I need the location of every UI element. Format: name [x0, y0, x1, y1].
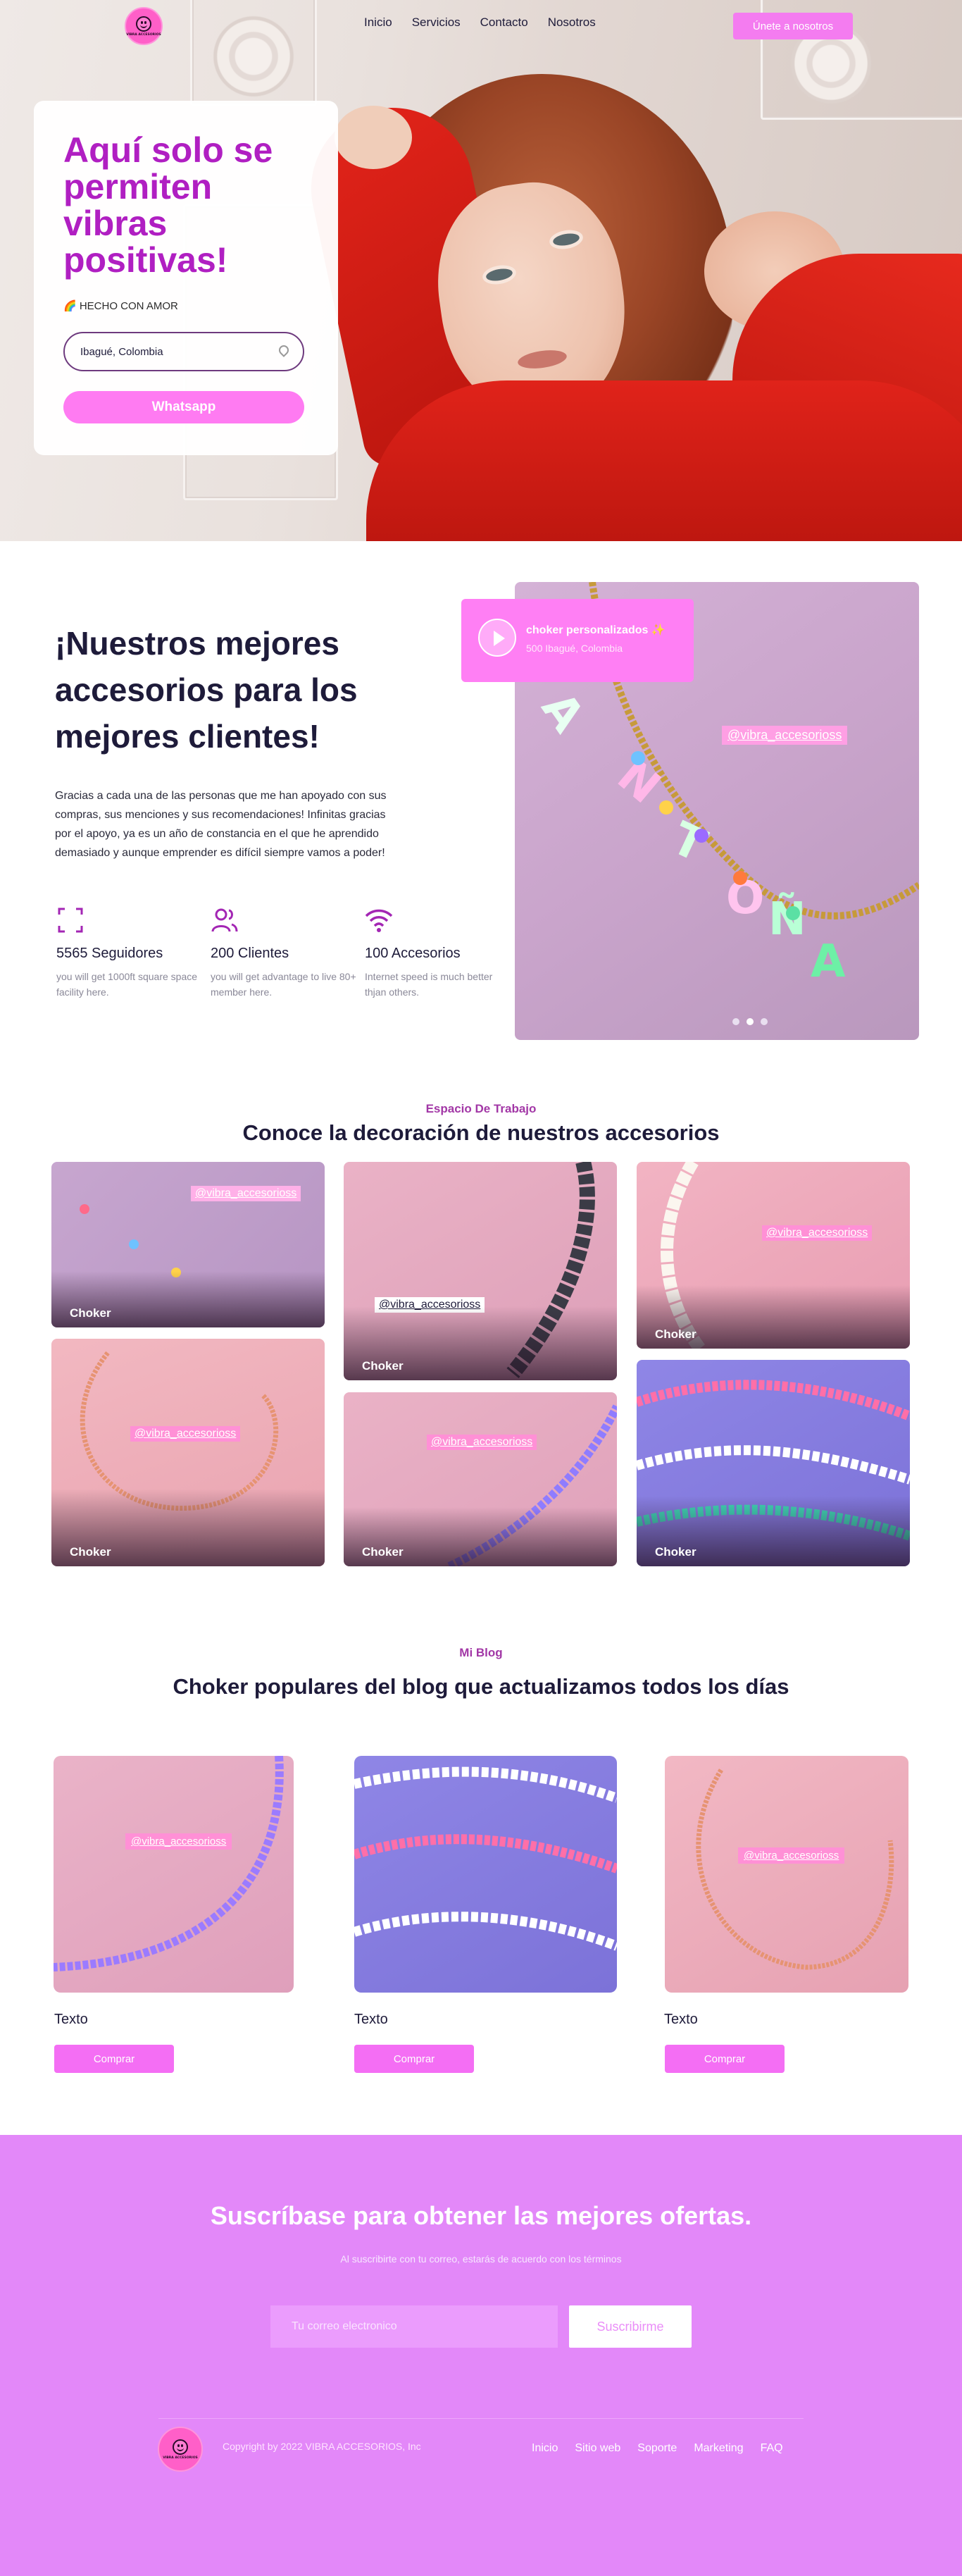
stat-clients: 200 Clientes you will get advantage to l…	[211, 906, 358, 1000]
gallery-item[interactable]: @vibra_accesorioss Choker	[51, 1339, 325, 1566]
expand-icon	[58, 908, 83, 933]
brand-logo[interactable]: VIBRA ACCESORIOS	[125, 7, 163, 45]
svg-text:A: A	[811, 936, 846, 988]
footer-link-faq[interactable]: FAQ	[761, 2442, 783, 2455]
footer-links: Inicio Sitio web Soporte Marketing FAQ	[532, 2442, 800, 2455]
gallery-eyebrow: Espacio De Trabajo	[425, 1102, 537, 1115]
watermark-tag: @vibra_accesorioss	[191, 1186, 301, 1201]
gallery-item[interactable]: Choker	[637, 1360, 910, 1566]
gallery-caption: Choker	[70, 1545, 111, 1559]
gallery-item[interactable]: @vibra_accesorioss Choker	[344, 1162, 617, 1380]
location-field[interactable]: Ibagué, Colombia	[63, 332, 304, 371]
blog-image[interactable]	[354, 1756, 617, 1993]
stat-followers: 5565 Seguidores you will get 1000ft squa…	[56, 906, 204, 1000]
hero-photo-sweater-body	[366, 380, 962, 541]
blog-post-label: Texto	[354, 2012, 388, 2027]
nav-link-inicio[interactable]: Inicio	[364, 16, 392, 30]
buy-button[interactable]: Comprar	[665, 2045, 785, 2073]
subscribe-button[interactable]: Suscribirme	[569, 2305, 692, 2348]
watermark-tag: @vibra_accesorioss	[738, 1847, 845, 1864]
gallery-item[interactable]: @vibra_accesorioss Choker	[637, 1162, 910, 1349]
svg-text:T: T	[664, 812, 714, 873]
stat-value: 200 Clientes	[211, 946, 289, 961]
footer-link-marketing[interactable]: Marketing	[694, 2442, 743, 2455]
copyright-text: Copyright by 2022 VIBRA ACCESORIOS, Inc	[223, 2441, 421, 2452]
carousel-dots	[732, 1018, 768, 1025]
hero-tag: 🌈 HECHO CON AMOR	[63, 300, 178, 312]
join-us-button[interactable]: Únete a nosotros	[733, 13, 853, 39]
carousel-dot[interactable]	[761, 1018, 768, 1025]
stat-desc: Internet speed is much better thjan othe…	[365, 971, 493, 998]
blog-post-label: Texto	[54, 2012, 88, 2027]
carousel-dot-active[interactable]	[747, 1018, 754, 1025]
buy-button[interactable]: Comprar	[54, 2045, 174, 2073]
play-icon[interactable]	[478, 619, 516, 657]
video-subtitle: 500 Ibagué, Colombia	[526, 643, 623, 654]
gallery-title: Conoce la decoración de nuestros accesor…	[242, 1120, 720, 1145]
gallery-caption: Choker	[655, 1327, 696, 1341]
footer-link-soporte[interactable]: Soporte	[637, 2442, 677, 2455]
carousel-dot[interactable]	[732, 1018, 739, 1025]
watermark-tag: @vibra_accesorioss	[722, 726, 848, 745]
email-field[interactable]	[270, 2305, 558, 2348]
gallery-caption: Choker	[655, 1545, 696, 1559]
watermark-tag: @vibra_accesorioss	[427, 1435, 537, 1450]
buy-button[interactable]: Comprar	[354, 2045, 474, 2073]
whatsapp-button[interactable]: Whatsapp	[63, 391, 304, 423]
watermark-tag: @vibra_accesorioss	[130, 1426, 241, 1442]
about-text: Gracias a cada una de las personas que m…	[55, 790, 387, 859]
nav-link-contacto[interactable]: Contacto	[480, 16, 528, 30]
hero-card: Aquí solo se permiten vibras positivas! …	[34, 101, 338, 455]
wifi-icon	[365, 909, 393, 932]
about-title: ¡Nuestros mejores accesorios para los me…	[55, 625, 358, 755]
location-value: Ibagué, Colombia	[80, 345, 163, 358]
gallery-item[interactable]: @vibra_accesorioss Choker	[51, 1162, 325, 1327]
watermark-tag: @vibra_accesorioss	[125, 1833, 232, 1850]
video-card[interactable]: choker personalizados ✨ 500 Ibagué, Colo…	[461, 599, 694, 682]
blog-image[interactable]: @vibra_accesorioss	[665, 1756, 908, 1993]
footer-link-sitio-web[interactable]: Sitio web	[575, 2442, 620, 2455]
nav-link-nosotros[interactable]: Nosotros	[548, 16, 596, 30]
stat-desc: you will get 1000ft square space facilit…	[56, 971, 198, 998]
stat-value: 5565 Seguidores	[56, 946, 163, 961]
hero-section: VIBRA ACCESORIOS Inicio Servicios Contac…	[0, 0, 962, 541]
blog-image[interactable]: @vibra_accesorioss	[54, 1756, 294, 1993]
gallery-caption: Choker	[70, 1306, 111, 1320]
footer-logo[interactable]: VIBRA ACCESORIOS	[158, 2427, 203, 2472]
nav-links: Inicio Servicios Contacto Nosotros	[364, 16, 616, 30]
smiley-icon	[173, 2439, 188, 2455]
location-pin-icon	[277, 343, 291, 357]
blog-post-label: Texto	[664, 2012, 698, 2027]
watermark-tag: @vibra_accesorioss	[762, 1225, 873, 1241]
video-title: choker personalizados ✨	[526, 624, 666, 636]
hero-title: Aquí solo se permiten vibras positivas!	[63, 130, 273, 280]
smiley-icon	[136, 16, 151, 32]
svg-text:Ñ: Ñ	[768, 892, 806, 946]
stat-desc: you will get advantage to live 80+ membe…	[211, 971, 356, 998]
gallery-caption: Choker	[362, 1545, 404, 1559]
svg-text:A: A	[531, 683, 594, 742]
footer-link-inicio[interactable]: Inicio	[532, 2442, 558, 2455]
gallery-caption: Choker	[362, 1359, 404, 1373]
blog-eyebrow: Mi Blog	[459, 1646, 503, 1659]
stat-value: 100 Accesorios	[365, 946, 461, 961]
top-nav: VIBRA ACCESORIOS Inicio Servicios Contac…	[0, 0, 962, 51]
stat-accessories: 100 Accesorios Internet speed is much be…	[365, 906, 513, 1000]
nav-link-servicios[interactable]: Servicios	[412, 16, 461, 30]
gallery-item[interactable]: @vibra_accesorioss Choker	[344, 1392, 617, 1566]
footer-divider	[158, 2418, 804, 2419]
users-icon	[211, 908, 238, 932]
subscribe-note: Al suscribirte con tu correo, estarás de…	[340, 2253, 622, 2265]
hero-photo-hand	[335, 106, 412, 169]
subscribe-title: Suscríbase para obtener las mejores ofer…	[210, 2201, 752, 2230]
blog-title: Choker populares del blog que actualizam…	[173, 1674, 789, 1699]
